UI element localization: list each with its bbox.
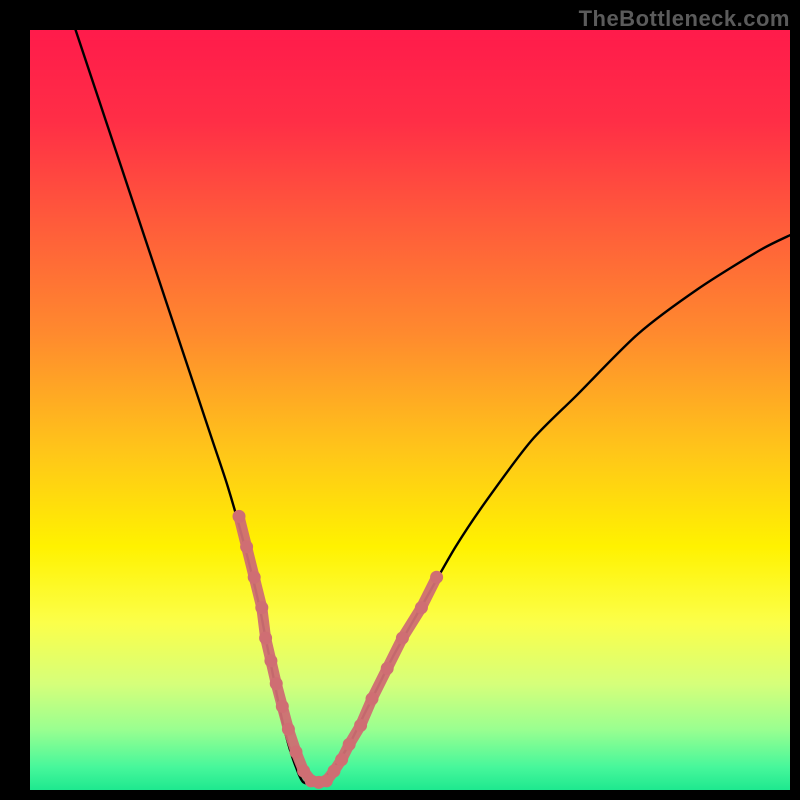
marker-dot bbox=[366, 692, 379, 705]
marker-dot bbox=[240, 540, 253, 553]
marker-dot bbox=[259, 632, 272, 645]
marker-dot bbox=[290, 746, 303, 759]
gradient-background bbox=[30, 30, 790, 790]
chart-canvas: TheBottleneck.com bbox=[0, 0, 800, 800]
marker-dot bbox=[276, 700, 289, 713]
marker-dot bbox=[264, 654, 277, 667]
plot-area bbox=[30, 30, 790, 790]
marker-dot bbox=[255, 601, 268, 614]
marker-dot bbox=[270, 677, 283, 690]
marker-dot bbox=[381, 662, 394, 675]
marker-dot bbox=[396, 632, 409, 645]
marker-dot bbox=[328, 765, 341, 778]
marker-dot bbox=[343, 738, 356, 751]
marker-dot bbox=[282, 723, 295, 736]
marker-dot bbox=[248, 571, 261, 584]
plot-svg bbox=[30, 30, 790, 790]
marker-dot bbox=[354, 719, 367, 732]
watermark-text: TheBottleneck.com bbox=[579, 6, 790, 32]
marker-dot bbox=[233, 510, 246, 523]
marker-dot bbox=[430, 571, 443, 584]
marker-dot bbox=[415, 601, 428, 614]
marker-dot bbox=[335, 753, 348, 766]
